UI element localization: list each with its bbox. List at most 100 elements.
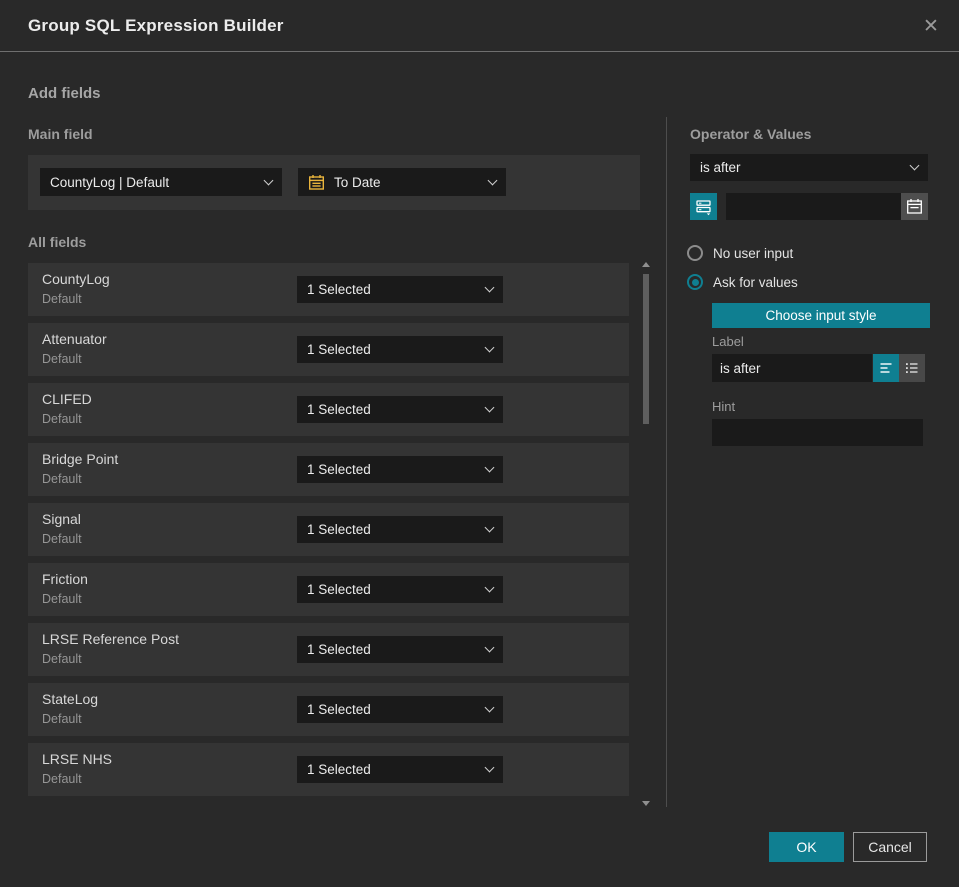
field-selection-dropdown[interactable]: 1 Selected — [297, 336, 503, 363]
chevron-down-icon — [484, 342, 495, 353]
hint-field-label: Hint — [712, 399, 736, 414]
field-subtitle: Default — [42, 652, 82, 666]
field-subtitle: Default — [42, 352, 82, 366]
cancel-button[interactable]: Cancel — [853, 832, 927, 862]
field-subtitle: Default — [42, 292, 82, 306]
field-row: CLIFED Default 1 Selected — [28, 383, 629, 436]
field-row: CountyLog Default 1 Selected — [28, 263, 629, 316]
bulleted-list-icon — [906, 363, 918, 373]
field-subtitle: Default — [42, 472, 82, 486]
field-selection-value: 1 Selected — [307, 642, 371, 657]
ok-button[interactable]: OK — [769, 832, 844, 862]
date-picker-button[interactable] — [901, 193, 928, 220]
all-fields-label: All fields — [28, 234, 87, 250]
field-selection-dropdown[interactable]: 1 Selected — [297, 636, 503, 663]
main-field-dropdown-value: CountyLog | Default — [50, 174, 170, 190]
main-field-label: Main field — [28, 126, 93, 142]
scroll-up-icon[interactable] — [642, 262, 650, 267]
align-left-lines-icon — [880, 363, 892, 373]
field-name: StateLog — [42, 691, 99, 707]
label-field-label: Label — [712, 334, 744, 349]
dialog-titlebar: Group SQL Expression Builder ✕ — [0, 0, 959, 52]
field-selection-value: 1 Selected — [307, 462, 371, 477]
chevron-down-icon — [263, 175, 274, 185]
field-subtitle: Default — [42, 532, 82, 546]
field-selection-dropdown[interactable]: 1 Selected — [297, 456, 503, 483]
field-selection-dropdown[interactable]: 1 Selected — [297, 396, 503, 423]
field-selection-value: 1 Selected — [307, 342, 371, 357]
list-input-style-button[interactable] — [899, 354, 925, 382]
radio-label: Ask for values — [713, 274, 798, 290]
value-type-button[interactable] — [690, 193, 717, 220]
field-subtitle: Default — [42, 712, 82, 726]
field-row: StateLog Default 1 Selected — [28, 683, 629, 736]
group-sql-expression-builder-dialog: Group SQL Expression Builder ✕ Add field… — [0, 0, 959, 887]
field-name: LRSE Reference Post — [42, 631, 179, 647]
scroll-down-icon[interactable] — [642, 801, 650, 806]
field-selection-dropdown[interactable]: 1 Selected — [297, 696, 503, 723]
field-row: LRSE NHS Default 1 Selected — [28, 743, 629, 796]
main-field-dropdown[interactable]: CountyLog | Default — [40, 168, 282, 196]
radio-no-user-input[interactable]: No user input — [687, 245, 793, 261]
calendar-icon — [309, 174, 325, 190]
field-selection-value: 1 Selected — [307, 402, 371, 417]
list-scrollbar[interactable] — [639, 256, 653, 808]
field-name: LRSE NHS — [42, 751, 113, 767]
radio-ask-for-values[interactable]: Ask for values — [687, 274, 798, 290]
dialog-title: Group SQL Expression Builder — [28, 16, 284, 35]
field-selection-dropdown[interactable]: 1 Selected — [297, 276, 503, 303]
close-icon[interactable]: ✕ — [917, 12, 945, 40]
value-input[interactable] — [726, 193, 901, 220]
field-name: Friction — [42, 571, 88, 587]
field-selection-value: 1 Selected — [307, 522, 371, 537]
field-selection-dropdown[interactable]: 1 Selected — [297, 576, 503, 603]
chevron-down-icon — [484, 762, 495, 773]
scrollbar-thumb[interactable] — [643, 274, 649, 424]
operator-values-label: Operator & Values — [690, 126, 812, 142]
chevron-down-icon — [484, 522, 495, 533]
operator-dropdown-value: is after — [700, 160, 741, 175]
chevron-down-icon — [484, 642, 495, 653]
single-input-style-button[interactable] — [873, 354, 899, 382]
stacked-values-icon — [696, 200, 711, 216]
field-name: CLIFED — [42, 391, 92, 407]
add-fields-heading: Add fields — [28, 85, 101, 102]
field-subtitle: Default — [42, 592, 82, 606]
date-field-dropdown[interactable]: To Date — [298, 168, 506, 196]
chevron-down-icon — [484, 462, 495, 473]
field-name: Attenuator — [42, 331, 107, 347]
field-subtitle: Default — [42, 412, 82, 426]
field-subtitle: Default — [42, 772, 82, 786]
radio-label: No user input — [713, 245, 794, 261]
field-row: Signal Default 1 Selected — [28, 503, 629, 556]
label-input[interactable] — [712, 354, 872, 382]
radio-circle-icon — [687, 245, 703, 261]
date-field-dropdown-value: To Date — [334, 174, 381, 190]
radio-circle-selected-icon — [687, 274, 703, 290]
field-selection-value: 1 Selected — [307, 762, 371, 777]
chevron-down-icon — [484, 582, 495, 593]
hint-input[interactable] — [712, 419, 923, 446]
chevron-down-icon — [909, 160, 920, 171]
panel-divider — [666, 117, 667, 807]
field-selection-value: 1 Selected — [307, 582, 371, 597]
field-selection-dropdown[interactable]: 1 Selected — [297, 756, 503, 783]
field-row: Attenuator Default 1 Selected — [28, 323, 629, 376]
field-selection-value: 1 Selected — [307, 702, 371, 717]
calendar-icon — [907, 199, 922, 214]
field-row: Bridge Point Default 1 Selected — [28, 443, 629, 496]
all-fields-list: CountyLog Default 1 Selected Attenuator Defa… — [28, 263, 629, 803]
field-name: Signal — [42, 511, 81, 527]
operator-dropdown[interactable]: is after — [690, 154, 928, 181]
field-name: CountyLog — [42, 271, 110, 287]
chevron-down-icon — [484, 702, 495, 713]
field-name: Bridge Point — [42, 451, 119, 467]
choose-input-style-button[interactable]: Choose input style — [712, 303, 930, 328]
field-selection-dropdown[interactable]: 1 Selected — [297, 516, 503, 543]
field-row: Friction Default 1 Selected — [28, 563, 629, 616]
main-field-panel: CountyLog | Default To Date — [28, 155, 640, 210]
chevron-down-icon — [487, 175, 498, 185]
chevron-down-icon — [484, 282, 495, 293]
field-selection-value: 1 Selected — [307, 282, 371, 297]
chevron-down-icon — [484, 402, 495, 413]
